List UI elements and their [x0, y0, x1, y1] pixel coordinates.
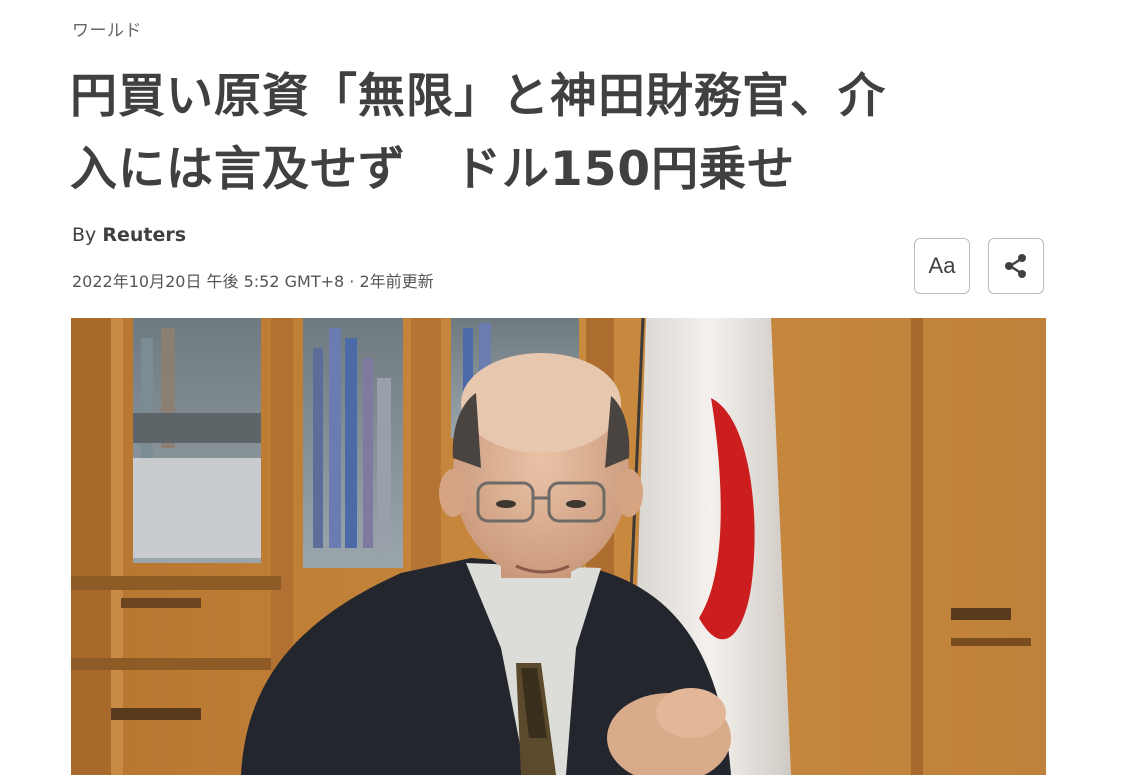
- byline-prefix: By: [72, 224, 103, 246]
- text-size-label: Aa: [928, 253, 956, 278]
- author-link[interactable]: Reuters: [102, 224, 186, 246]
- hero-image[interactable]: [71, 318, 1046, 775]
- hero-photo: [71, 318, 1046, 775]
- share-button[interactable]: [988, 238, 1044, 294]
- headline-line-1: 円買い原資「無限」と神田財務官、介: [70, 69, 886, 124]
- share-icon: [1005, 254, 1026, 278]
- publish-date: 2022年10月20日 午後 5:52 GMT+8 · 2年前更新: [72, 272, 434, 291]
- article-page: ワールド 円買い原資「無限」と神田財務官、介 入には言及せず ドル150円乗せ …: [0, 0, 1126, 775]
- text-size-button[interactable]: Aa: [914, 238, 970, 294]
- byline: By Reuters: [72, 224, 186, 246]
- section-category-link[interactable]: ワールド: [72, 16, 142, 41]
- article-headline: 円買い原資「無限」と神田財務官、介 入には言及せず ドル150円乗せ: [70, 60, 1060, 206]
- headline-line-2: 入には言及せず ドル150円乗せ: [70, 142, 796, 197]
